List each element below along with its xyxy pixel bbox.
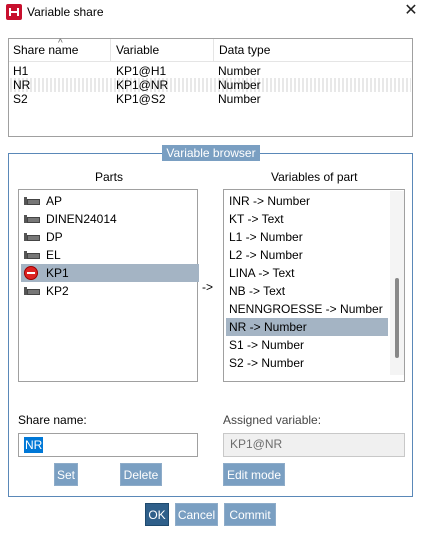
cell-variable: KP1@NR (116, 78, 169, 92)
list-item-variable-selected[interactable]: NR -> Number (226, 318, 388, 336)
scrollbar-thumb[interactable] (395, 278, 399, 358)
delete-button[interactable]: Delete (120, 463, 162, 486)
part-name: DINEN24014 (46, 212, 117, 226)
table-row-selected[interactable]: NR KP1@NR Number (10, 78, 411, 92)
app-icon (6, 4, 22, 20)
column-header-label: Data type (219, 43, 271, 57)
list-item-variable[interactable]: INR -> Number (226, 192, 388, 210)
list-item-part-dinen24014[interactable]: DINEN24014 (21, 210, 199, 228)
part-icon (24, 197, 40, 205)
assigned-variable-label: Assigned variable: (223, 413, 322, 427)
column-header-label: Share name (13, 43, 79, 57)
column-header-data-type[interactable]: Data type (215, 39, 414, 61)
set-button[interactable]: Set (54, 463, 78, 486)
red-part-icon (24, 266, 38, 280)
part-icon (24, 215, 40, 223)
cell-variable: KP1@S2 (116, 92, 166, 106)
part-name: DP (46, 230, 63, 244)
list-item-variable[interactable]: L1 -> Number (226, 228, 388, 246)
assigned-variable-field: KP1@NR (223, 433, 405, 457)
cell-variable: KP1@H1 (116, 64, 167, 78)
list-item-variable[interactable]: S1 -> Number (226, 336, 388, 354)
cell-data-type: Number (218, 78, 261, 92)
list-item-part-kp2[interactable]: KP2 (21, 282, 199, 300)
cell-data-type: Number (218, 92, 261, 106)
part-name: EL (46, 248, 61, 262)
commit-button[interactable]: Commit (224, 503, 276, 526)
list-item-variable[interactable]: NB -> Text (226, 282, 388, 300)
edit-mode-button[interactable]: Edit mode (223, 463, 285, 486)
list-item-variable[interactable]: S2 -> Number (226, 354, 388, 372)
column-header-share-name[interactable]: ^ Share name (9, 38, 111, 61)
list-item-variable[interactable]: KT -> Text (226, 210, 388, 228)
parts-list[interactable]: AP DINEN24014 DP EL KP1 KP2 (18, 189, 199, 382)
share-name-label: Share name: (18, 413, 87, 427)
column-header-label: Variable (116, 43, 160, 57)
share-name-input[interactable] (18, 433, 198, 457)
variables-scrollbar[interactable] (390, 191, 404, 375)
part-name: KP1 (46, 266, 69, 280)
cell-share-name: H1 (13, 64, 29, 78)
table-row[interactable]: H1 KP1@H1 Number (10, 64, 411, 78)
variable-browser-title: Variable browser (162, 145, 260, 161)
table-row[interactable]: S2 KP1@S2 Number (10, 92, 411, 106)
close-icon[interactable]: ✕ (401, 1, 421, 21)
part-icon (24, 233, 40, 241)
cell-data-type: Number (218, 64, 261, 78)
ok-button[interactable]: OK (145, 503, 169, 526)
title-bar: Variable share ✕ (0, 0, 423, 24)
list-item-variable[interactable]: NENNGROESSE -> Number (226, 300, 388, 318)
cancel-button[interactable]: Cancel (175, 503, 218, 526)
list-item-part-el[interactable]: EL (21, 246, 199, 264)
list-item-part-ap[interactable]: AP (21, 192, 199, 210)
share-table: ^ Share name Variable Data type H1 KP1@H… (8, 38, 413, 137)
list-item-part-kp1-selected[interactable]: KP1 (21, 264, 199, 282)
window-title: Variable share (27, 5, 104, 19)
sort-ascending-icon: ^ (58, 38, 63, 49)
part-name: AP (46, 194, 63, 208)
header-divider (9, 61, 412, 62)
cell-share-name: NR (13, 78, 31, 92)
part-name: KP2 (46, 284, 69, 298)
column-header-variable[interactable]: Variable (112, 39, 214, 61)
list-item-variable[interactable]: LINA -> Text (226, 264, 388, 282)
part-icon (24, 251, 40, 259)
list-item-part-dp[interactable]: DP (21, 228, 199, 246)
list-item-variable[interactable]: L2 -> Number (226, 246, 388, 264)
parts-label: Parts (95, 170, 124, 184)
variables-of-part-label: Variables of part (271, 170, 358, 184)
variables-list[interactable]: INR -> Number KT -> Text L1 -> Number L2… (223, 189, 405, 382)
cell-share-name: S2 (13, 92, 28, 106)
part-icon (24, 287, 40, 295)
arrow-indicator: -> (202, 280, 214, 294)
